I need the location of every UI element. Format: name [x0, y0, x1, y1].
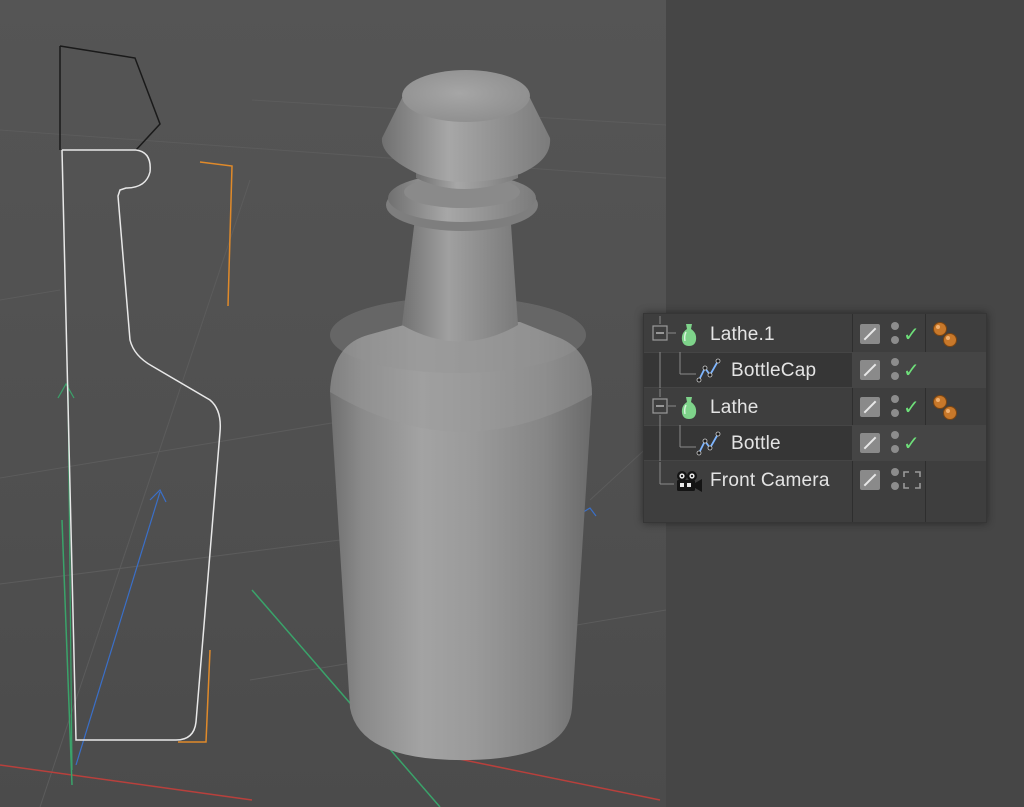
visibility-dots-icon[interactable] [890, 358, 900, 382]
material-tag-icon[interactable] [932, 394, 962, 422]
visibility-dots-icon[interactable] [890, 322, 900, 346]
app-window: Lathe.1 ✓ BottleCap ✓ Lathe ✓ Bottle ✓ F… [0, 0, 1024, 807]
object-row-lathe[interactable]: Lathe ✓ [644, 389, 986, 425]
axis-x-line [0, 764, 253, 801]
lathe-icon [681, 324, 697, 346]
edit-visibility-icon[interactable] [860, 397, 880, 417]
gizmo-z-axis [75, 491, 161, 766]
object-name-label[interactable]: Front Camera [710, 470, 830, 492]
edit-visibility-icon[interactable] [860, 470, 880, 490]
enabled-check-icon[interactable]: ✓ [903, 433, 920, 453]
object-name-label[interactable]: Bottle [731, 433, 781, 455]
lathe-icon [681, 397, 697, 419]
edit-visibility-icon[interactable] [860, 324, 880, 344]
bottle-model[interactable] [330, 70, 592, 761]
object-row-lathe-1[interactable]: Lathe.1 ✓ [644, 316, 986, 352]
object-row-front-camera[interactable]: Front Camera [644, 462, 986, 498]
hierarchy-line [659, 425, 696, 461]
hierarchy-line [659, 316, 676, 334]
hierarchy-line [659, 389, 676, 425]
bottlecap-profile-spline[interactable] [59, 45, 161, 151]
object-row-bottle[interactable]: Bottle ✓ [644, 425, 986, 461]
camera-icon [677, 471, 702, 492]
object-manager-panel[interactable]: Lathe.1 ✓ BottleCap ✓ Lathe ✓ Bottle ✓ F… [643, 313, 987, 523]
spline-bounds-top [199, 161, 233, 307]
gizmo-y-arrow [57, 382, 75, 399]
enabled-check-icon[interactable]: ✓ [903, 324, 920, 344]
viewport-canvas[interactable] [0, 0, 666, 807]
object-row-bottlecap[interactable]: BottleCap ✓ [644, 352, 986, 388]
hierarchy-line [659, 352, 696, 388]
enabled-check-icon[interactable]: ✓ [903, 397, 920, 417]
object-name-label[interactable]: Lathe [710, 397, 759, 419]
enabled-check-icon[interactable]: ✓ [903, 360, 920, 380]
camera-target-icon[interactable] [903, 471, 921, 489]
visibility-dots-icon[interactable] [890, 431, 900, 455]
material-tag-icon[interactable] [932, 321, 962, 349]
visibility-dots-icon[interactable] [890, 468, 900, 492]
visibility-dots-icon[interactable] [890, 395, 900, 419]
3d-viewport[interactable] [0, 0, 666, 807]
edit-visibility-icon[interactable] [860, 360, 880, 380]
edit-visibility-icon[interactable] [860, 433, 880, 453]
spline-icon [696, 358, 721, 383]
object-name-label[interactable]: Lathe.1 [710, 324, 775, 346]
spline-icon [696, 431, 721, 456]
object-name-label[interactable]: BottleCap [731, 360, 816, 382]
